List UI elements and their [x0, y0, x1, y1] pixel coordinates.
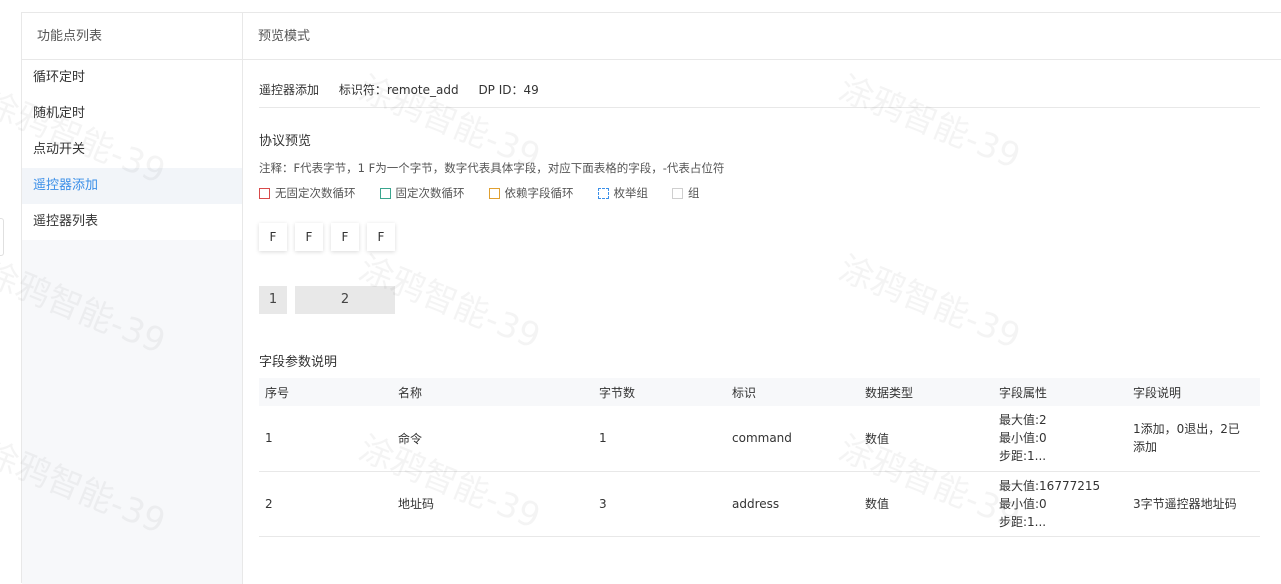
attr-step: 步距:1... [999, 449, 1047, 464]
cell-index: 2 [265, 496, 273, 511]
cell-description: 1添加，0退出，2已添加 [1133, 422, 1240, 455]
main-panel: 预览模式 遥控器添加 标识符：remote_add DP ID：49 协议预览 … [243, 13, 1281, 584]
column-header: 序号 [265, 385, 290, 400]
column-header: 名称 [398, 385, 423, 400]
cell-bytes: 1 [599, 431, 607, 446]
cell-bytes: 3 [599, 496, 607, 511]
legend-fixed-loop: 固定次数循环 [379, 185, 465, 201]
dp-name: 遥控器添加 [259, 83, 320, 97]
legend-enum-group: 枚举组 [597, 185, 649, 201]
byte-row: F F F F [259, 223, 403, 251]
attr-max: 最大值:16777215 [999, 478, 1101, 493]
sidebar-title: 功能点列表 [22, 13, 242, 60]
green-square-icon [379, 187, 391, 199]
attr-min: 最小值:0 [999, 431, 1047, 446]
orange-square-icon [488, 187, 500, 199]
collapsed-panel-handle[interactable] [0, 218, 4, 256]
gray-square-icon [672, 187, 683, 199]
legend-unlimited-loop: 无固定次数循环 [259, 185, 356, 201]
preview-content: 遥控器添加 标识符：remote_add DP ID：49 协议预览 注释：F代… [259, 60, 1260, 536]
cell-index: 1 [265, 431, 273, 446]
column-header: 字节数 [599, 385, 636, 400]
byte-cell: F [367, 223, 395, 251]
cell-type: 数值 [865, 431, 890, 446]
cell-identifier: address [732, 496, 780, 511]
dp-info-line: 遥控器添加 标识符：remote_add DP ID：49 [259, 60, 1260, 108]
attr-min: 最小值:0 [999, 496, 1047, 511]
sidebar-list: 循环定时 随机定时 点动开关 遥控器添加 遥控器列表 [22, 60, 242, 240]
column-header: 标识 [732, 385, 757, 400]
legend-dependent-loop: 依赖字段循环 [488, 185, 574, 201]
column-header: 字段说明 [1133, 385, 1182, 400]
red-square-icon [259, 187, 270, 199]
blue-dashed-square-icon [597, 187, 609, 199]
cell-type: 数值 [865, 497, 890, 511]
byte-cell: F [259, 223, 287, 251]
table-header-row: 序号 名称 字节数 标识 数据类型 字段属性 字段说明 [259, 378, 1260, 406]
legend-group: 组 [672, 185, 700, 201]
column-header: 数据类型 [865, 385, 914, 400]
byte-cell: F [331, 223, 359, 251]
protocol-preview-title: 协议预览 [259, 134, 312, 149]
sidebar-item-random-timer[interactable]: 随机定时 [22, 96, 242, 132]
sidebar-item-loop-timer[interactable]: 循环定时 [22, 60, 242, 96]
field-cell: 1 [259, 286, 287, 314]
cell-identifier: command [732, 431, 792, 446]
legend-label: 无固定次数循环 [275, 186, 356, 200]
sidebar-item-momentary-switch[interactable]: 点动开关 [22, 132, 242, 168]
app-frame: 功能点列表 循环定时 随机定时 点动开关 遥控器添加 遥控器列表 预览模式 遥控… [21, 12, 1281, 584]
cell-name: 地址码 [398, 497, 435, 511]
cell-attrs: 最大值:2 最小值:0 步距:1... [993, 406, 1127, 471]
field-params-table: 序号 名称 字节数 标识 数据类型 字段属性 字段说明 1 命令 1 comma [259, 378, 1260, 537]
sidebar: 功能点列表 循环定时 随机定时 点动开关 遥控器添加 遥控器列表 [22, 13, 243, 584]
table-row: 2 地址码 3 address 数值 最大值:16777215 最小值:0 步距… [259, 471, 1260, 536]
attr-step: 步距:1... [999, 514, 1047, 529]
field-row: 1 2 [259, 286, 403, 314]
sidebar-item-remote-add[interactable]: 遥控器添加 [22, 168, 242, 204]
cell-name: 命令 [398, 431, 423, 446]
dp-identifier: 标识符：remote_add [338, 83, 459, 97]
protocol-legend: 无固定次数循环 固定次数循环 依赖字段循环 枚举组 组 [259, 185, 724, 201]
legend-label: 固定次数循环 [395, 186, 465, 200]
protocol-note: 注释：F代表字节，1 F为一个字节，数字代表具体字段，对应下面表格的字段，-代表… [259, 161, 725, 175]
cell-attrs: 最大值:16777215 最小值:0 步距:1... [993, 471, 1127, 536]
byte-cell: F [295, 223, 323, 251]
cell-description: 3字节遥控器地址码 [1133, 496, 1237, 511]
legend-label: 枚举组 [613, 186, 649, 200]
attr-max: 最大值:2 [999, 413, 1047, 428]
legend-label: 组 [688, 186, 700, 200]
sidebar-item-remote-list[interactable]: 遥控器列表 [22, 204, 242, 240]
field-cell: 2 [295, 286, 395, 314]
legend-label: 依赖字段循环 [504, 186, 574, 200]
dp-id: DP ID：49 [478, 83, 539, 97]
main-title: 预览模式 [243, 13, 1281, 60]
field-params-title: 字段参数说明 [259, 355, 338, 370]
column-header: 字段属性 [999, 385, 1048, 400]
table-row: 1 命令 1 command 数值 最大值:2 最小值:0 步距:1... 1添… [259, 406, 1260, 471]
